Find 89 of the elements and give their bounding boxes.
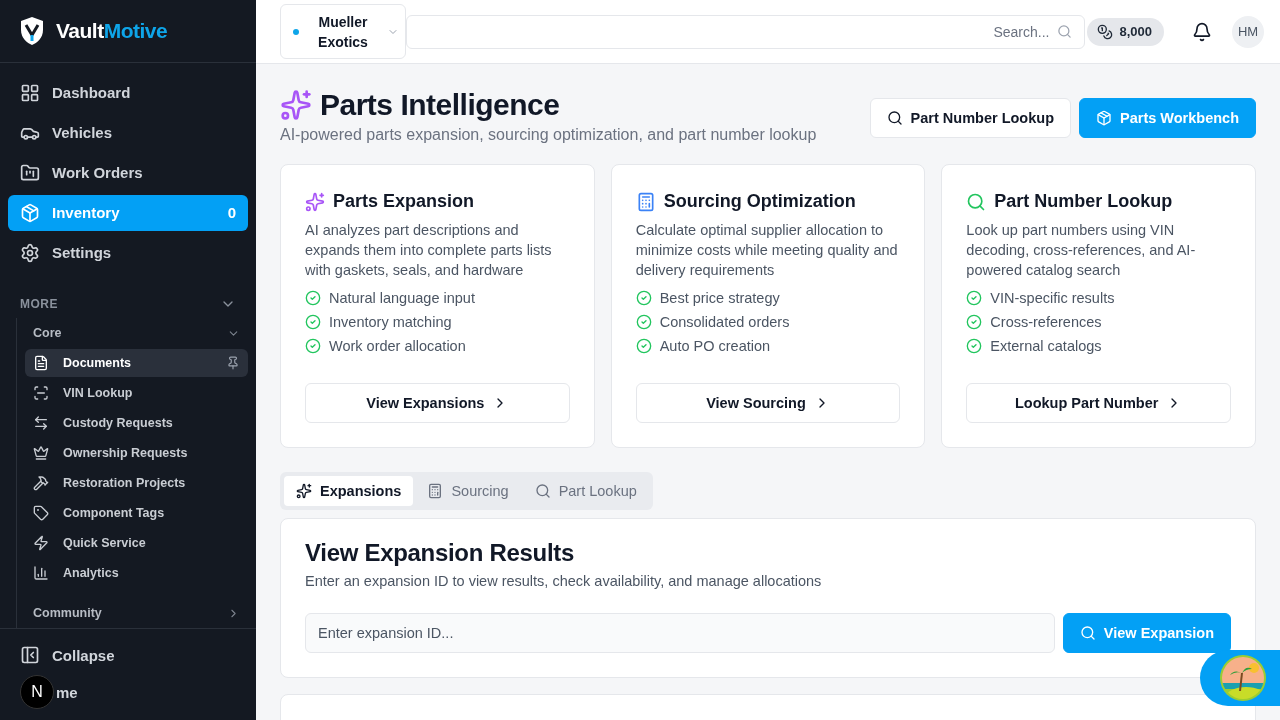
tag-icon [33,505,49,522]
nav-item[interactable]: Custody Requests [25,409,248,438]
nav-item[interactable]: Work Orders [8,154,248,191]
lookup-button[interactable]: Part Number Lookup [869,98,1071,138]
shield-logo-icon [20,15,44,46]
search-icon [966,191,987,212]
tab[interactable]: Expansions [284,476,414,506]
sparkles-icon [280,89,312,121]
feature-text: Natural language input [329,290,475,306]
hammer-icon [33,475,49,492]
island-icon [1220,655,1266,701]
group-label[interactable]: Core [33,326,62,341]
group-label[interactable]: Community [33,606,102,621]
n-badge[interactable]: N [20,675,54,710]
feature-text: Consolidated orders [659,314,790,330]
card-title: Sourcing Optimization [663,191,856,212]
feature-text: VIN-specific results [990,290,1115,306]
check-icon [966,290,983,306]
nav-item[interactable]: VIN Lookup [25,379,248,408]
feature-text: Work order allocation [329,338,466,354]
section-label: MORE [20,296,58,311]
item-count: 0 [227,204,236,222]
nav-item[interactable]: Component Tags [25,499,248,528]
arrows-icon [33,415,49,432]
panel-description: Enter an expansion ID to view results, check availability, and manage allocations [305,573,823,589]
check-icon [635,338,652,354]
coins-icon [1097,23,1114,40]
nav-item[interactable]: Vehicles [8,114,248,151]
check-icon [305,338,321,354]
search-icon [534,483,551,499]
card-description: Look up part numbers using VIN decoding, cross-references, and AI-powered catalog search [966,221,1197,280]
check-icon [635,290,652,306]
sparkles-icon [305,191,325,212]
collapse-button[interactable]: Collapse [20,641,236,670]
card-title: Parts Expansion [333,191,475,212]
bar-chart-icon [33,565,49,582]
expansion-id-field[interactable]: Enter expansion ID... [305,613,1055,653]
search-icon [1079,625,1096,641]
feature-text: Cross-references [990,314,1102,330]
document-icon [33,355,49,372]
feature-text: Best price strategy [659,290,780,306]
check-icon [966,338,983,354]
check-icon [305,314,321,330]
chat-launcher-button[interactable] [1200,650,1280,706]
check-icon [635,314,652,330]
lightning-icon [33,535,49,552]
folder-icon [20,162,40,183]
credits-badge: 8,000 [1087,17,1164,46]
user-avatar[interactable]: HM [1232,15,1264,48]
feature-text: Auto PO creation [659,338,771,354]
brand-name: VaultMotive [56,18,168,43]
panel-title: View Expansion Results [305,539,576,567]
search-box[interactable]: Search... [406,14,1086,49]
nav-item[interactable]: Analytics [25,559,248,588]
feature-text: External catalogs [990,338,1102,354]
page-subtitle: AI-powered parts expansion, sourcing optimization, and part number lookup [280,126,817,144]
card-description: Calculate optimal supplier allocation to minimize costs while meeting quality and delivery requirements [635,221,899,280]
nav-item[interactable]: Quick Service [25,529,248,558]
panel-icon [20,645,40,666]
card-action-button[interactable]: View Expansions [305,383,570,423]
nav-item[interactable]: Dashboard [8,74,248,111]
calculator-icon [427,483,444,499]
search-field[interactable]: Search... [419,22,1052,41]
card-action-button[interactable]: Lookup Part Number [966,383,1231,423]
box-icon [20,202,40,223]
nav-item[interactable]: Documents [25,349,248,378]
nav-item[interactable]: Restoration Projects [25,469,248,498]
check-icon [305,290,321,306]
tab[interactable]: Sourcing [415,476,521,506]
search-icon [886,110,903,126]
shop-selector[interactable]: Mueller Exotics [280,4,406,59]
theme-button[interactable]: me [56,678,78,707]
search-icon [1057,24,1073,39]
tab[interactable]: Part Lookup [522,476,649,506]
page-title: Parts Intelligence [320,88,560,122]
card-title: Part Number Lookup [994,191,1173,212]
feature-text: Inventory matching [329,314,452,330]
nav-item[interactable]: Settings [8,234,248,271]
check-icon [966,314,983,330]
sparkles-icon [296,483,312,499]
pin-icon[interactable] [226,356,240,371]
card-action-button[interactable]: View Sourcing [635,383,901,423]
card-description: AI analyzes part descriptions and expands them into complete parts lists with gaskets, seals, and hardware [305,221,553,280]
grid-icon [20,82,40,103]
scan-icon [33,385,49,402]
crown-icon [33,445,49,462]
nav-item[interactable]: Ownership Requests [25,439,248,468]
settings-icon [20,242,40,263]
box-icon [1096,110,1112,126]
